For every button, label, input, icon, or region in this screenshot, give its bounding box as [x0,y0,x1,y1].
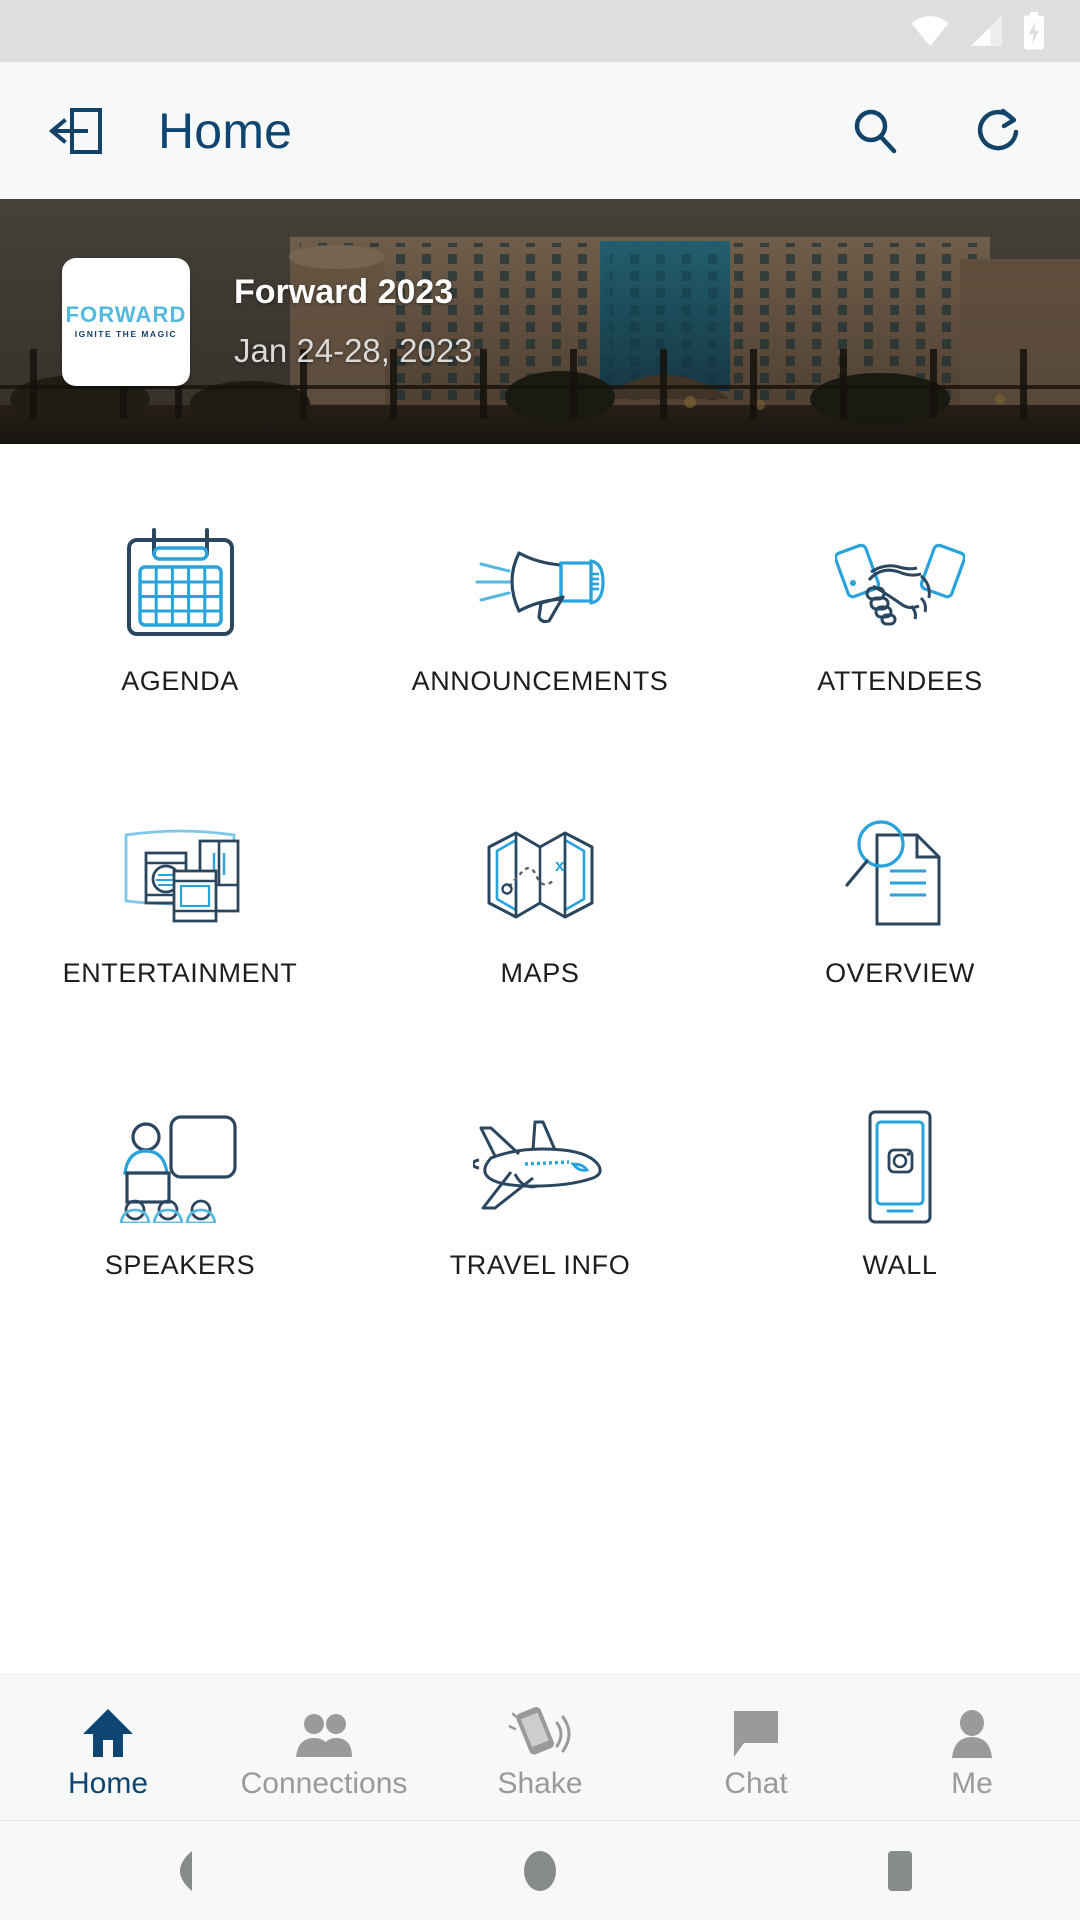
bottom-navigation: Home Connections Shake Chat Me [0,1674,1080,1820]
calendar-icon [118,508,243,658]
battery-charging-icon [1022,12,1046,50]
nav-label: Home [67,1766,149,1800]
grid-tile-agenda[interactable]: AGENDA [0,486,360,778]
nav-item-connections[interactable]: Connections [216,1675,432,1820]
people-icon [294,1703,354,1759]
nav-item-shake[interactable]: Shake [432,1675,648,1820]
wifi-icon [910,14,950,48]
tile-label: SPEAKERS [104,1250,256,1280]
event-banner[interactable]: FORWARD IGNITE THE MAGIC Forward 2023 Ja… [0,199,1080,444]
banner-text-block: Forward 2023 Jan 24-28, 2023 [234,273,473,370]
airplane-icon [472,1092,608,1242]
grid-tile-announcements[interactable]: ANNOUNCEMENTS [360,486,720,778]
folded-map-icon: x [483,800,598,950]
nav-item-me[interactable]: Me [864,1675,1080,1820]
svg-text:x: x [555,856,565,875]
tile-label: ATTENDEES [817,666,983,696]
phone-photo-icon [860,1092,940,1242]
app-bar: Home [0,62,1080,199]
grid-tile-speakers[interactable]: SPEAKERS [0,1070,360,1362]
handshake-icon [835,508,965,658]
nav-item-home[interactable]: Home [0,1675,216,1820]
tile-label: OVERVIEW [825,958,975,988]
tile-label: MAPS [500,958,580,988]
tile-label: TRAVEL INFO [449,1250,631,1280]
grid-tile-wall[interactable]: WALL [720,1070,1080,1362]
grid-tile-attendees[interactable]: ATTENDEES [720,486,1080,778]
nav-item-chat[interactable]: Chat [648,1675,864,1820]
phone-screen: Home FORWARD IGNITE THE MAGIC Forward 20… [0,0,1080,1920]
search-icon[interactable] [838,94,912,168]
appliances-icon [118,800,243,950]
page-title: Home [158,102,293,159]
grid-tile-overview[interactable]: OVERVIEW [720,778,1080,1070]
recents-square-icon[interactable] [840,1821,960,1920]
document-search-icon [841,800,959,950]
person-icon [949,1703,995,1759]
module-grid-area: AGENDA ANNOUNCEMENTS ATTENDEES ENTERTAIN… [0,444,1080,1674]
tile-label: ENTERTAINMENT [62,958,298,988]
status-bar [0,0,1080,62]
grid-tile-travel-info[interactable]: TRAVEL INFO [360,1070,720,1362]
refresh-icon[interactable] [962,94,1036,168]
home-icon [81,1703,135,1759]
exit-door-icon[interactable] [40,94,114,168]
module-grid: AGENDA ANNOUNCEMENTS ATTENDEES ENTERTAIN… [0,486,1080,1362]
megaphone-icon [473,508,608,658]
tile-label: WALL [862,1250,938,1280]
nav-label: Connections [240,1766,408,1800]
grid-tile-maps[interactable]: x MAPS [360,778,720,1070]
home-circle-icon[interactable] [480,1821,600,1920]
android-navigation-bar [0,1820,1080,1920]
cellular-signal-icon [968,14,1004,48]
banner-content: FORWARD IGNITE THE MAGIC Forward 2023 Ja… [0,199,1080,444]
tile-label: ANNOUNCEMENTS [411,666,669,696]
logo-wordmark: FORWARD [65,302,187,328]
grid-tile-entertainment[interactable]: ENTERTAINMENT [0,778,360,1070]
logo-tagline: IGNITE THE MAGIC [74,329,178,340]
nav-label: Chat [724,1766,788,1800]
chat-bubble-icon [730,1703,782,1759]
nav-label: Me [951,1766,993,1800]
back-triangle-icon[interactable] [120,1821,240,1920]
event-title: Forward 2023 [234,272,454,311]
event-logo-tile: FORWARD IGNITE THE MAGIC [62,257,190,386]
event-date: Jan 24-28, 2023 [234,332,473,370]
shake-phone-icon [509,1703,571,1759]
presenter-audience-icon [119,1092,241,1242]
nav-label: Shake [497,1766,583,1800]
tile-label: AGENDA [121,666,239,696]
